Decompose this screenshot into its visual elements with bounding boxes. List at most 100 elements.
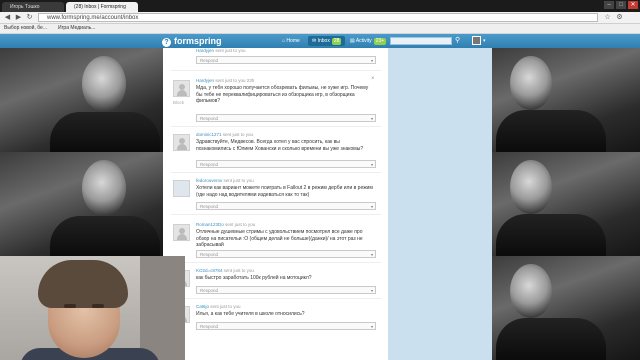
question-time: sent just to you [215,48,246,53]
answer-field[interactable]: Respond ▾ [196,114,376,122]
nav-inbox[interactable]: ✉ Inbox 28 [308,36,346,46]
question-meta: fedorouverov sent just to you [196,178,254,183]
background-photo-face [82,160,126,216]
webcam-overlay [0,256,185,360]
divider [171,262,381,263]
background-photo-body [50,216,160,256]
bookmarks-bar: Выбор новой, бе... Игра Медиаль... [0,24,640,34]
background-photo-body [50,112,160,152]
answer-placeholder: Respond [200,204,219,209]
bookmark-1[interactable]: Выбор новой, бе... [4,24,47,33]
tab-2[interactable]: (28) Inbox | Formspring [66,2,138,12]
browser-tab-bar: Игорь Тэшко (28) Inbox | Formspring – □ … [0,0,640,12]
question-text: Мда, у тебя хорошо получается обозревать… [196,85,369,104]
asker-name[interactable]: Hardyjen [196,78,214,83]
site-logo[interactable]: ? formspring [162,35,222,47]
chevron-down-icon[interactable]: ▾ [371,161,373,168]
asker-name[interactable]: dominic1271 [196,132,222,137]
asker-name[interactable]: fedorouverov [196,178,222,183]
avatar[interactable] [173,80,190,97]
asker-name[interactable]: KO2d=c8784 [196,268,222,273]
chevron-down-icon[interactable]: ▾ [371,203,373,210]
background-photo-body [496,318,606,360]
star-icon[interactable]: ☆ [603,13,612,22]
close-icon[interactable]: × [371,76,375,82]
inbox-count-badge: 28 [331,38,342,45]
window-controls: – □ ✕ [604,1,638,9]
answer-placeholder: Respond [200,252,219,257]
close-icon[interactable]: ✕ [628,1,638,9]
asker-name[interactable]: Cat6jo [196,304,209,309]
back-icon[interactable]: ◀ [3,13,12,22]
activity-count-badge: 23+ [373,38,387,45]
question-meta: Hardyjen sent just to you [196,48,246,53]
asker-name[interactable]: Hardyjen [196,48,214,53]
background-photo-face [510,56,552,110]
chevron-down-icon[interactable]: ▾ [371,57,373,64]
maximize-icon[interactable]: □ [616,1,626,9]
divider [171,298,381,299]
question-text: Илья, а как тебе учителя в школе относил… [196,311,305,317]
question-time: sent just to you [210,304,241,309]
forward-icon[interactable]: ▶ [14,13,23,22]
nav-home[interactable]: ⌂ Home [278,36,304,46]
question-meta: Hardyjen sent just to you 23h [196,78,254,83]
answer-placeholder: Respond [200,324,219,329]
background-photo-face [82,56,126,112]
question-text: Отличные душевные стримы с удовольствием… [196,229,363,248]
question-meta: KO2d=c8784 sent just to you [196,268,254,273]
divider [171,126,381,127]
question-text: Здравствуйте, Медвесов. Всегда хотел у в… [196,139,364,152]
avatar[interactable] [173,224,190,241]
block-link[interactable]: Block [173,100,184,105]
address-bar[interactable]: www.formspring.me/account/inbox [38,13,598,22]
webcam-background [140,256,185,360]
answer-field[interactable]: Respond ▾ [196,160,376,168]
webcam-eye [64,304,76,308]
background-photo-body [496,214,606,256]
tab-1[interactable]: Игорь Тэшко [2,2,64,12]
avatar[interactable] [173,134,190,151]
nav-activity-label: Activity [355,38,372,44]
question-meta: dominic1271 sent just to you [196,132,253,137]
search-icon[interactable]: ⚲ [455,36,465,46]
answer-placeholder: Respond [200,288,219,293]
browser-toolbar: ◀ ▶ ↻ www.formspring.me/account/inbox ☆ … [0,12,640,24]
reload-icon[interactable]: ↻ [25,13,34,22]
webcam-eye [92,304,104,308]
answer-field[interactable]: Respond ▾ [196,322,376,330]
question-time: sent just to you [222,132,254,137]
answer-field[interactable]: Respond ▾ [196,286,376,294]
bookmark-2[interactable]: Игра Медиаль... [58,24,95,33]
chevron-down-icon[interactable]: ▾ [371,115,373,122]
divider [171,70,381,71]
nav-activity[interactable]: ▤ Activity 23+ [346,36,390,46]
answer-field[interactable]: Respond ▾ [196,56,376,64]
webcam-hair [38,260,128,308]
question-meta: Roman123Do sent just to you [196,222,255,227]
question-text: Хотели как вариант можете поиграть в Fal… [196,185,373,198]
wrench-icon[interactable]: ⚙ [615,13,624,22]
right-sidebar [388,48,492,360]
chevron-down-icon[interactable]: ▾ [371,287,373,294]
nav-inbox-label: Inbox [317,38,330,44]
chevron-down-icon[interactable]: ▾ [371,323,373,330]
question-time: sent just to you [223,178,254,183]
search-input[interactable] [390,37,452,45]
question-time: sent just to you [225,222,256,227]
answer-field[interactable]: Respond ▾ [196,202,376,210]
answer-placeholder: Respond [200,116,219,121]
answer-placeholder: Respond [200,58,219,63]
chevron-down-icon[interactable]: ▾ [371,251,373,258]
asker-name[interactable]: Roman123Do [196,222,224,227]
avatar[interactable] [173,180,190,197]
background-photo-face [510,264,552,318]
avatar[interactable] [472,36,481,45]
background-photo-body [496,110,606,152]
divider [171,214,381,215]
logo-text: formspring [174,36,222,46]
question-mark-icon: ? [162,38,171,47]
answer-field[interactable]: Respond ▾ [196,250,376,258]
minimize-icon[interactable]: – [604,1,614,9]
chevron-down-icon[interactable]: ▾ [483,36,486,46]
